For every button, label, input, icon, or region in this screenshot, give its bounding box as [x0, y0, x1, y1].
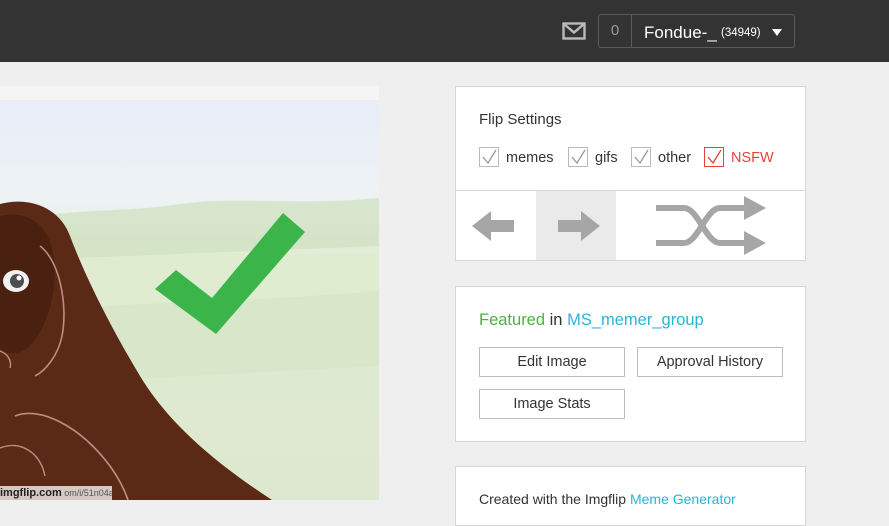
gifs-checkbox[interactable] [568, 147, 588, 167]
memes-label: memes [506, 150, 554, 166]
username: Fondue-_ [644, 23, 717, 42]
user-points: (34949) [721, 27, 761, 39]
mail-icon[interactable] [562, 20, 586, 42]
meme-image-area [0, 86, 379, 500]
featured-in-label: in [549, 311, 563, 329]
created-with-line: Created with the Imgflip Meme Generator [479, 491, 736, 507]
edit-image-button[interactable]: Edit Image [479, 347, 625, 377]
created-with-text: Created with the Imgflip [479, 491, 627, 507]
watermark-url: om/i/51n04a [64, 488, 112, 498]
imgflip-watermark: imgflip.com om/i/51n04a [0, 486, 112, 500]
gifs-label: gifs [595, 150, 618, 166]
caret-down-icon [772, 29, 782, 36]
random-button[interactable] [616, 191, 805, 260]
next-button[interactable] [536, 191, 616, 260]
meme-generator-link[interactable]: Meme Generator [630, 491, 736, 507]
featured-label: Featured [479, 311, 546, 329]
top-navigation-bar: 0 Fondue-_ (34949) [0, 0, 889, 62]
other-checkbox[interactable] [631, 147, 651, 167]
meme-image [0, 100, 379, 500]
nsfw-checkbox[interactable] [704, 147, 724, 167]
previous-button[interactable] [456, 191, 536, 260]
memes-checkbox[interactable] [479, 147, 499, 167]
arrow-right-icon [558, 211, 600, 241]
shuffle-icon [656, 196, 766, 255]
user-menu-button[interactable]: Fondue-_ (34949) [632, 14, 795, 48]
approval-history-button[interactable]: Approval History [637, 347, 783, 377]
other-label: other [658, 150, 692, 166]
image-stats-button[interactable]: Image Stats [479, 389, 625, 419]
arrow-left-icon [472, 211, 514, 241]
watermark-logo: imgflip.com [0, 487, 62, 499]
nsfw-label: NSFW [731, 150, 774, 166]
featured-panel: Featured in MS_memer_group Edit Image Ap… [455, 286, 806, 442]
flip-settings-panel: Flip Settings memes gifs other NSFW [455, 86, 806, 261]
featured-line: Featured in MS_memer_group [479, 311, 704, 330]
notification-count[interactable]: 0 [598, 14, 632, 48]
flip-settings-title: Flip Settings [479, 111, 562, 128]
featured-group-link[interactable]: MS_memer_group [567, 311, 704, 329]
created-with-panel: Created with the Imgflip Meme Generator [455, 466, 806, 526]
